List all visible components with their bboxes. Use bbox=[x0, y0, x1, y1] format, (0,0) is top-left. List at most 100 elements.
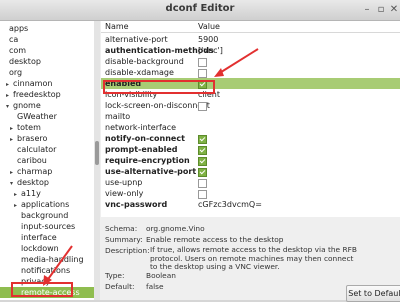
tree-item[interactable]: ▸ freedesktop bbox=[0, 89, 94, 100]
key-row[interactable]: notify-on-connect bbox=[101, 133, 400, 144]
key-details-panel: Schema: org.gnome.Vino Summary: Enable r… bbox=[101, 220, 400, 302]
remote-access-highlight-box bbox=[11, 282, 73, 297]
dconf-editor-window: dconf Editor – ▫ ✕ apps ca com desktop org ▸ c… bbox=[0, 0, 400, 302]
tree-item-label: interface bbox=[21, 233, 57, 242]
key-row[interactable]: use-upnp bbox=[101, 177, 400, 188]
key-row[interactable]: disable-xdamage bbox=[101, 67, 400, 78]
tree-item-label: cinnamon bbox=[13, 79, 53, 88]
column-header-name[interactable]: Name bbox=[105, 21, 129, 32]
maximize-icon[interactable]: ▫ bbox=[376, 5, 386, 15]
tree-item[interactable]: ▾ gnome bbox=[0, 100, 94, 111]
default-value: false bbox=[146, 282, 164, 291]
tree-item-label: org bbox=[9, 68, 23, 77]
key-row[interactable]: disable-background bbox=[101, 56, 400, 67]
key-value-checkbox[interactable] bbox=[198, 157, 207, 166]
tree-item[interactable]: notifications bbox=[0, 265, 94, 276]
minimize-icon[interactable]: – bbox=[362, 5, 372, 15]
tree-item[interactable]: lockdown bbox=[0, 243, 94, 254]
tree-item[interactable]: GWeather bbox=[0, 111, 94, 122]
tree-scrollbar-thumb[interactable] bbox=[95, 141, 99, 165]
tree-item-label: brasero bbox=[17, 134, 48, 143]
tree-item[interactable]: background bbox=[0, 210, 94, 221]
tree-item[interactable]: ▸ brasero bbox=[0, 133, 94, 144]
key-row[interactable]: vnc-password cGFzc3dvcmQ= bbox=[101, 199, 400, 210]
type-value: Boolean bbox=[146, 271, 176, 280]
tree-item[interactable]: com bbox=[0, 45, 94, 56]
tree-item[interactable]: caribou bbox=[0, 155, 94, 166]
tree-scrollbar[interactable] bbox=[94, 21, 100, 300]
key-value[interactable]: cGFzc3dvcmQ= bbox=[198, 199, 262, 210]
schema-value: org.gnome.Vino bbox=[146, 224, 205, 233]
tree-item-label: desktop bbox=[9, 57, 41, 66]
close-icon[interactable]: ✕ bbox=[389, 5, 399, 15]
key-row[interactable]: lock-screen-on-disconnect bbox=[101, 100, 400, 111]
tree-item-label: totem bbox=[17, 123, 41, 132]
tree-item-label: media-handling bbox=[21, 255, 84, 264]
key-value[interactable]: ['vnc'] bbox=[198, 45, 223, 56]
tree-item-label: caribou bbox=[17, 156, 47, 165]
tree-item-label: lockdown bbox=[21, 244, 59, 253]
tree-item[interactable]: ▸ charmap bbox=[0, 166, 94, 177]
tree-item[interactable]: media-handling bbox=[0, 254, 94, 265]
key-value-checkbox[interactable] bbox=[198, 69, 207, 78]
key-row[interactable]: view-only bbox=[101, 188, 400, 199]
key-row[interactable]: require-encryption bbox=[101, 155, 400, 166]
key-row[interactable]: network-interface bbox=[101, 122, 400, 133]
key-name: notify-on-connect bbox=[105, 134, 185, 143]
key-value-checkbox[interactable] bbox=[198, 135, 207, 144]
tree-item[interactable]: desktop bbox=[0, 56, 94, 67]
window-title: dconf Editor bbox=[165, 3, 235, 14]
key-value[interactable]: 5900 bbox=[198, 34, 218, 45]
key-row[interactable]: use-alternative-port bbox=[101, 166, 400, 177]
summary-label: Summary: bbox=[105, 235, 143, 244]
key-value-checkbox[interactable] bbox=[198, 168, 207, 177]
schema-tree[interactable]: apps ca com desktop org ▸ cinnamon ▸ freedesktop… bbox=[0, 21, 95, 300]
key-value-checkbox[interactable] bbox=[198, 102, 207, 111]
enabled-highlight-box bbox=[103, 80, 215, 94]
tree-item[interactable]: ▾ desktop bbox=[0, 177, 94, 188]
tree-item[interactable]: ▸ totem bbox=[0, 122, 94, 133]
summary-value: Enable remote access to the desktop bbox=[146, 235, 284, 244]
tree-item-label: ca bbox=[9, 35, 19, 44]
tree-item[interactable]: ▸ cinnamon bbox=[0, 78, 94, 89]
key-name: lock-screen-on-disconnect bbox=[105, 101, 210, 110]
key-name: use-alternative-port bbox=[105, 167, 197, 176]
tree-item[interactable]: ▸ applications bbox=[0, 199, 94, 210]
key-row[interactable]: alternative-port 5900 bbox=[101, 34, 400, 45]
key-name: require-encryption bbox=[105, 156, 190, 165]
key-value-checkbox[interactable] bbox=[198, 58, 207, 67]
key-name: network-interface bbox=[105, 123, 177, 132]
tree-item-label: a11y bbox=[21, 189, 41, 198]
tree-item-label: freedesktop bbox=[13, 90, 61, 99]
tree-item[interactable]: ca bbox=[0, 34, 94, 45]
description-value: If true, allows remote access to the des… bbox=[150, 245, 357, 271]
tree-item[interactable]: calculator bbox=[0, 144, 94, 155]
tree-item-label: applications bbox=[21, 200, 70, 209]
key-row[interactable]: mailto bbox=[101, 111, 400, 122]
key-row[interactable]: prompt-enabled bbox=[101, 144, 400, 155]
tree-item[interactable]: interface bbox=[0, 232, 94, 243]
tree-item[interactable]: input-sources bbox=[0, 221, 94, 232]
key-value-checkbox[interactable] bbox=[198, 179, 207, 188]
tree-item-label: input-sources bbox=[21, 222, 76, 231]
tree-item-label: GWeather bbox=[17, 112, 57, 121]
schema-label: Schema: bbox=[105, 224, 138, 233]
key-name: alternative-port bbox=[105, 35, 168, 44]
column-header-value[interactable]: Value bbox=[198, 21, 220, 32]
keys-table: Name Value alternative-port 5900 authentic… bbox=[101, 21, 400, 217]
tree-item[interactable]: org bbox=[0, 67, 94, 78]
tree-item[interactable]: ▸ a11y bbox=[0, 188, 94, 199]
tree-item-label: desktop bbox=[17, 178, 49, 187]
type-label: Type: bbox=[105, 271, 125, 280]
tree-item[interactable]: apps bbox=[0, 23, 94, 34]
key-name: mailto bbox=[105, 112, 131, 121]
keys-table-header: Name Value bbox=[101, 21, 400, 33]
key-value-checkbox[interactable] bbox=[198, 146, 207, 155]
key-value-checkbox[interactable] bbox=[198, 190, 207, 199]
key-row[interactable]: authentication-methods ['vnc'] bbox=[101, 45, 400, 56]
title-bar: dconf Editor – ▫ ✕ bbox=[0, 0, 400, 21]
tree-item-label: gnome bbox=[13, 101, 41, 110]
key-name: prompt-enabled bbox=[105, 145, 178, 154]
key-name: disable-xdamage bbox=[105, 68, 174, 77]
set-to-default-button[interactable]: Set to Default bbox=[346, 285, 400, 302]
